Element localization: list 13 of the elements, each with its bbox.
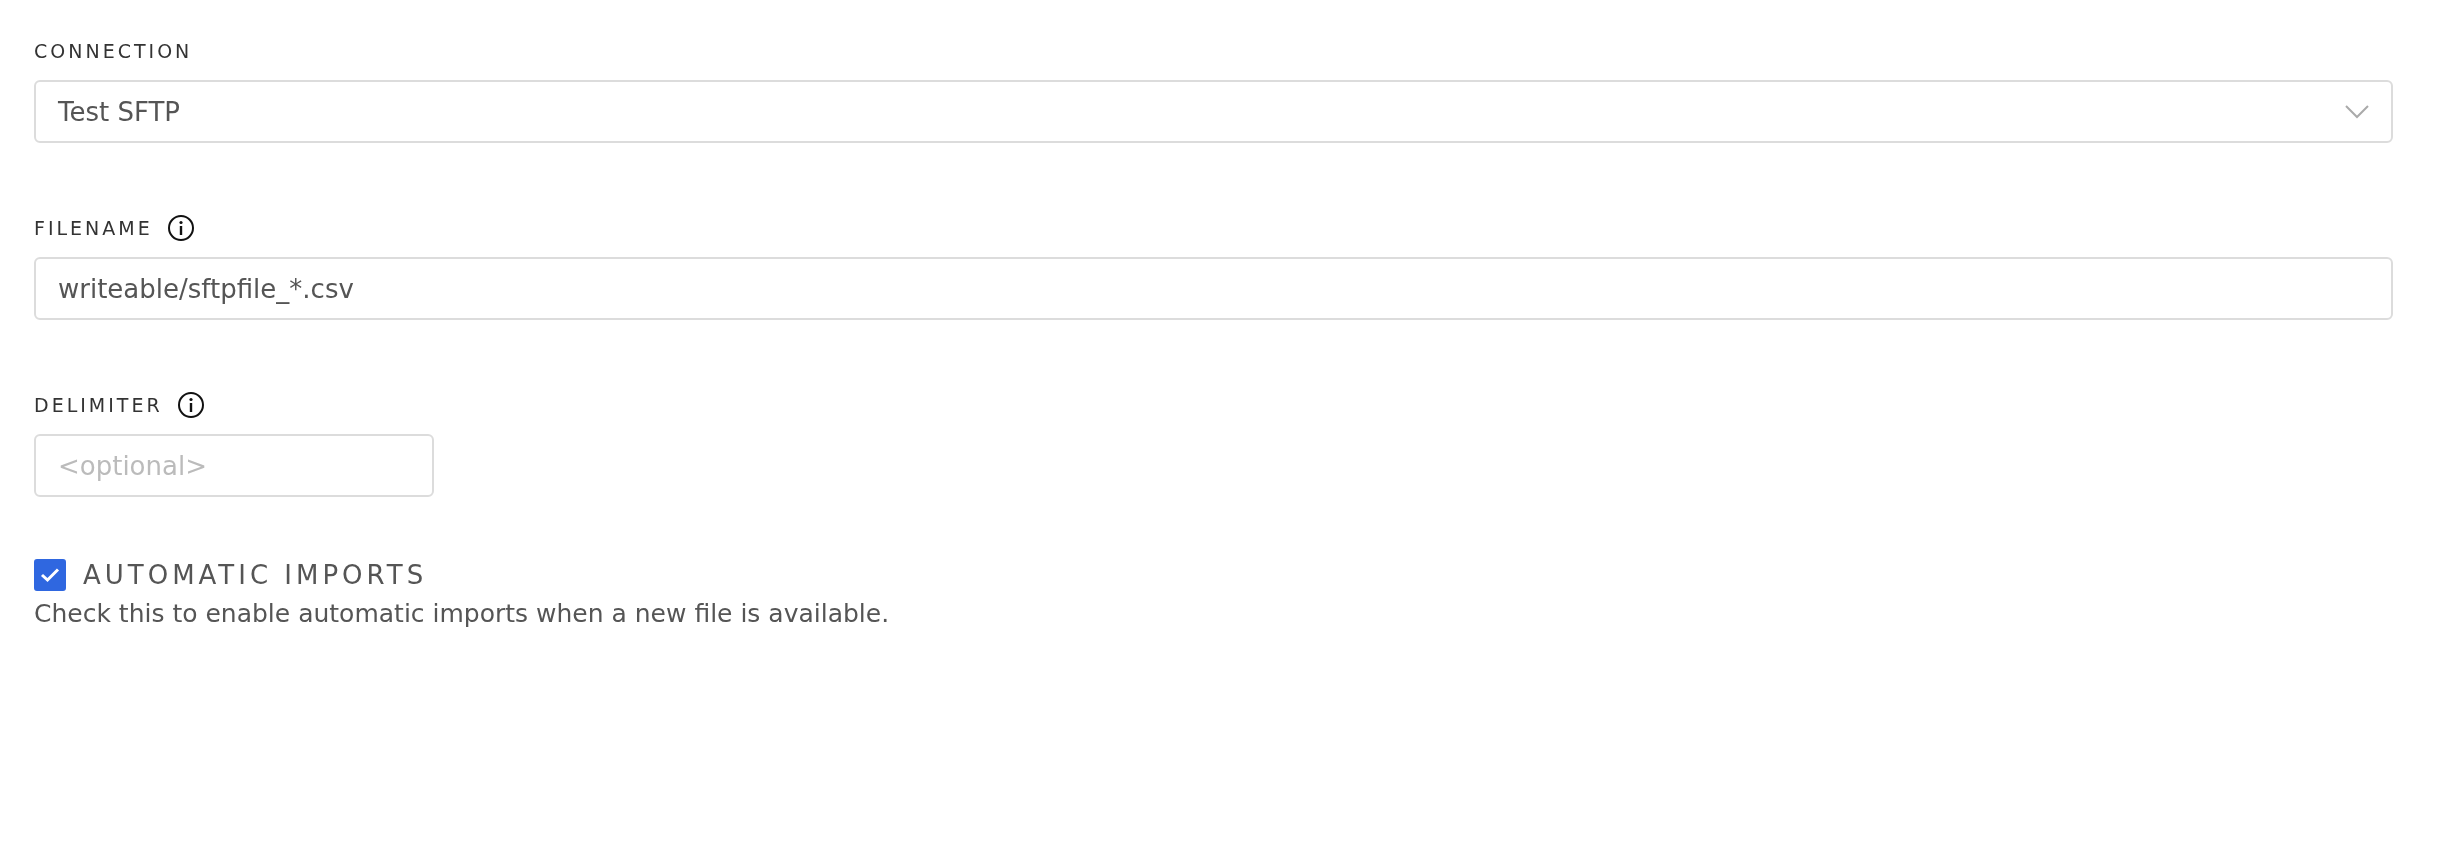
field-label: DELIMITER (34, 394, 163, 416)
field-label: CONNECTION (34, 40, 193, 62)
field-label: FILENAME (34, 217, 153, 239)
checkmark-icon (40, 567, 60, 583)
chevron-down-icon (2345, 104, 2369, 119)
checkbox[interactable] (34, 559, 66, 591)
info-icon[interactable] (176, 391, 205, 419)
input-field[interactable]: writeable/sftpfile_*.csv (34, 257, 2393, 320)
info-icon[interactable] (166, 214, 195, 242)
connection-dropdown[interactable]: Test SFTP (34, 80, 2393, 143)
checkbox-label: AUTOMATIC IMPORTS (83, 560, 428, 590)
help-text: Check this to enable automatic imports when a new file is available. (34, 599, 891, 628)
input-field[interactable]: <optional> (34, 434, 434, 497)
